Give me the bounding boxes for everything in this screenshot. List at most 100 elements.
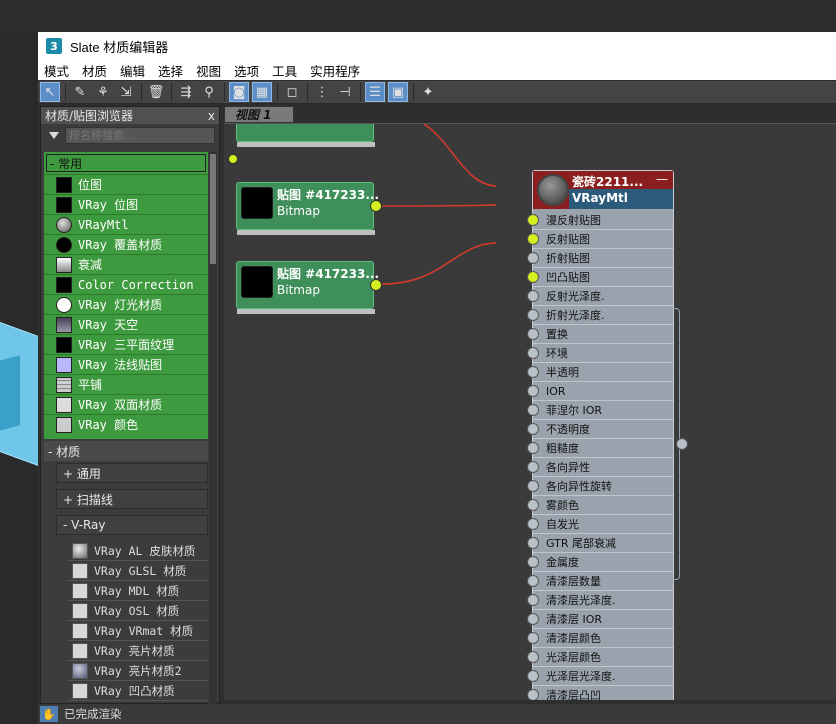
- show-shaded-material-icon[interactable]: ◙: [229, 82, 249, 102]
- vraymtl-node[interactable]: 瓷砖2211... VRayMtl — 漫反射贴图 反射贴图 折射贴图 凹凸贴图 反射光…: [527, 170, 674, 700]
- slot-input-pin[interactable]: [527, 385, 539, 397]
- slot-input-pin[interactable]: [527, 632, 539, 644]
- layout-all-icon[interactable]: ⋮: [312, 82, 332, 102]
- slot-input-pin[interactable]: [527, 651, 539, 663]
- browser-scrollbar[interactable]: [209, 152, 217, 704]
- browser-options-dropdown-icon[interactable]: [49, 132, 59, 139]
- slot-input-pin[interactable]: [527, 252, 539, 264]
- vraymtl-slot: 清漆层颜色: [527, 629, 673, 648]
- menu-select[interactable]: 选择: [158, 61, 183, 80]
- common-item[interactable]: 平铺: [44, 374, 208, 394]
- menu-mode[interactable]: 模式: [44, 61, 69, 80]
- node-minimize-icon[interactable]: —: [656, 172, 668, 186]
- vray-material-item[interactable]: VRay 亮片材质: [68, 641, 208, 661]
- vray-material-item[interactable]: VRay 切换材质: [68, 701, 208, 703]
- browser-close-icon[interactable]: x: [208, 109, 215, 123]
- parameter-editor-icon[interactable]: ▣: [388, 82, 408, 102]
- common-item[interactable]: VRay 颜色: [44, 414, 208, 434]
- put-to-scene-icon[interactable]: ⚘: [93, 82, 113, 102]
- search-by-name-input[interactable]: [65, 127, 215, 144]
- vray-material-item[interactable]: VRay 凹凸材质: [68, 681, 208, 701]
- layout-children-icon[interactable]: ⊣: [335, 82, 355, 102]
- bitmap-node-name: 贴图 #417233...: [277, 188, 380, 202]
- menu-options[interactable]: 选项: [234, 61, 259, 80]
- toolbar-separator: [307, 83, 308, 101]
- material-map-browser-icon[interactable]: ☰: [365, 82, 385, 102]
- common-item[interactable]: 位图: [44, 174, 208, 194]
- bitmap-2-output-pin[interactable]: [370, 279, 382, 291]
- common-item[interactable]: 衰减: [44, 254, 208, 274]
- select-tool-icon[interactable]: ↖: [40, 82, 60, 102]
- common-item[interactable]: VRay 位图: [44, 194, 208, 214]
- browser-scrollbar-thumb[interactable]: [210, 154, 216, 264]
- partial-bitmap-node[interactable]: [236, 124, 375, 147]
- tab-view-1[interactable]: 视图 1: [224, 106, 294, 123]
- slot-input-pin[interactable]: [527, 442, 539, 454]
- common-item[interactable]: Color Correction: [44, 274, 208, 294]
- common-item[interactable]: VRay 三平面纹理: [44, 334, 208, 354]
- slot-input-pin[interactable]: [527, 404, 539, 416]
- slot-input-pin[interactable]: [527, 689, 539, 700]
- delete-icon[interactable]: 🗑: [146, 82, 166, 102]
- subgroup-vray[interactable]: - V-Ray: [56, 515, 208, 535]
- common-item[interactable]: VRay 天空: [44, 314, 208, 334]
- material-group-header[interactable]: - 材质: [44, 441, 208, 461]
- menu-utilities[interactable]: 实用程序: [310, 61, 360, 80]
- common-item[interactable]: VRay 灯光材质: [44, 294, 208, 314]
- slot-input-pin[interactable]: [527, 290, 539, 302]
- menu-edit[interactable]: 编辑: [120, 61, 145, 80]
- common-item[interactable]: VRay 法线贴图: [44, 354, 208, 374]
- move-children-icon[interactable]: ⇶: [176, 82, 196, 102]
- slot-input-pin[interactable]: [527, 480, 539, 492]
- menu-tools[interactable]: 工具: [272, 61, 297, 80]
- select-children-icon[interactable]: ⚲: [199, 82, 219, 102]
- vray-material-item[interactable]: VRay AL 皮肤材质: [68, 541, 208, 561]
- vraymtl-output-pin[interactable]: [676, 438, 688, 450]
- vray-material-item[interactable]: VRay GLSL 材质: [68, 561, 208, 581]
- slot-input-pin[interactable]: [527, 366, 539, 378]
- pick-material-icon[interactable]: ✎: [70, 82, 90, 102]
- subgroup-general[interactable]: + 通用: [56, 463, 208, 483]
- slot-input-pin[interactable]: [527, 347, 539, 359]
- slot-input-pin[interactable]: [527, 499, 539, 511]
- slot-input-pin[interactable]: [527, 518, 539, 530]
- slot-input-pin[interactable]: [527, 233, 539, 245]
- vray-material-item[interactable]: VRay OSL 材质: [68, 601, 208, 621]
- slot-input-pin[interactable]: [527, 537, 539, 549]
- slot-input-pin[interactable]: [527, 214, 539, 226]
- slot-input-pin[interactable]: [527, 309, 539, 321]
- common-item[interactable]: VRay 覆盖材质: [44, 234, 208, 254]
- common-item[interactable]: VRay 双面材质: [44, 394, 208, 414]
- common-group-header[interactable]: - 常用: [46, 154, 206, 172]
- slot-input-pin[interactable]: [527, 613, 539, 625]
- vray-material-item[interactable]: VRay MDL 材质: [68, 581, 208, 601]
- node-view-canvas[interactable]: 贴图 #417233... Bitmap 贴图 #417233... Bitma…: [224, 123, 836, 700]
- vray-material-item[interactable]: VRay 亮片材质2: [68, 661, 208, 681]
- bitmap-node-1[interactable]: 贴图 #417233... Bitmap: [236, 182, 379, 235]
- menu-material[interactable]: 材质: [82, 61, 107, 80]
- slot-input-pin[interactable]: [527, 594, 539, 606]
- bitmap-1-output-pin[interactable]: [370, 200, 382, 212]
- partial-node-input-pin[interactable]: [228, 154, 238, 164]
- vray-material-item[interactable]: VRay VRmat 材质: [68, 621, 208, 641]
- slot-input-pin[interactable]: [527, 461, 539, 473]
- select-by-material-icon[interactable]: ✦: [418, 82, 438, 102]
- slot-input-pin[interactable]: [527, 271, 539, 283]
- show-background-icon[interactable]: ◻: [282, 82, 302, 102]
- material-swatch-icon: [72, 582, 88, 599]
- common-item[interactable]: VRayMtl: [44, 214, 208, 234]
- status-bar: ✋ 已完成渲染: [38, 704, 836, 724]
- title-bar[interactable]: 3 Slate 材质编辑器: [38, 32, 836, 60]
- menu-view[interactable]: 视图: [196, 61, 221, 80]
- assign-material-icon[interactable]: ⇲: [116, 82, 136, 102]
- subgroup-scanline[interactable]: + 扫描线: [56, 489, 208, 509]
- show-realistic-material-icon[interactable]: ▦: [252, 82, 272, 102]
- slot-input-pin[interactable]: [527, 328, 539, 340]
- bitmap-node-2[interactable]: 贴图 #417233... Bitmap: [236, 261, 379, 314]
- vraymtl-slot: 光泽层光泽度.: [527, 667, 673, 686]
- vraymtl-node-header[interactable]: 瓷砖2211... VRayMtl —: [533, 171, 673, 209]
- slot-input-pin[interactable]: [527, 670, 539, 682]
- slot-input-pin[interactable]: [527, 575, 539, 587]
- slot-input-pin[interactable]: [527, 423, 539, 435]
- slot-input-pin[interactable]: [527, 556, 539, 568]
